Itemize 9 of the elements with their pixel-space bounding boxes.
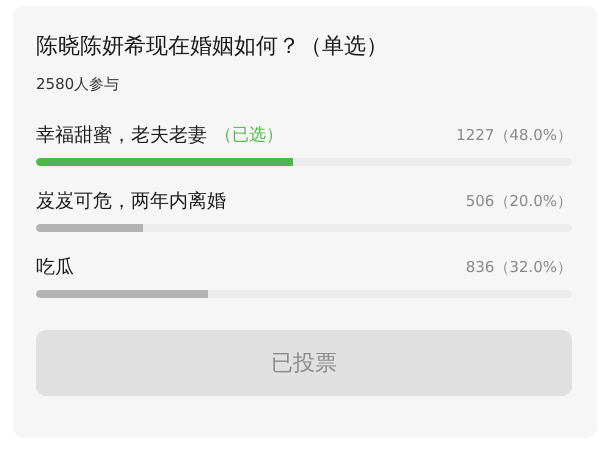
option-label[interactable]: 幸福甜蜜，老夫老妻: [36, 122, 207, 148]
selected-tag: （已选）: [215, 122, 283, 148]
option-label[interactable]: 岌岌可危，两年内离婚: [36, 188, 226, 214]
participant-count: 2580人参与: [36, 74, 120, 94]
vote-count: 506（20.0%）: [466, 191, 572, 212]
vote-count: 836（32.0%）: [466, 257, 572, 278]
option-label[interactable]: 吃瓜: [36, 254, 74, 280]
poll-title: 陈晓陈妍希现在婚姻如何？（单选）: [36, 33, 389, 61]
vote-count: 1227（48.0%）: [456, 125, 572, 146]
